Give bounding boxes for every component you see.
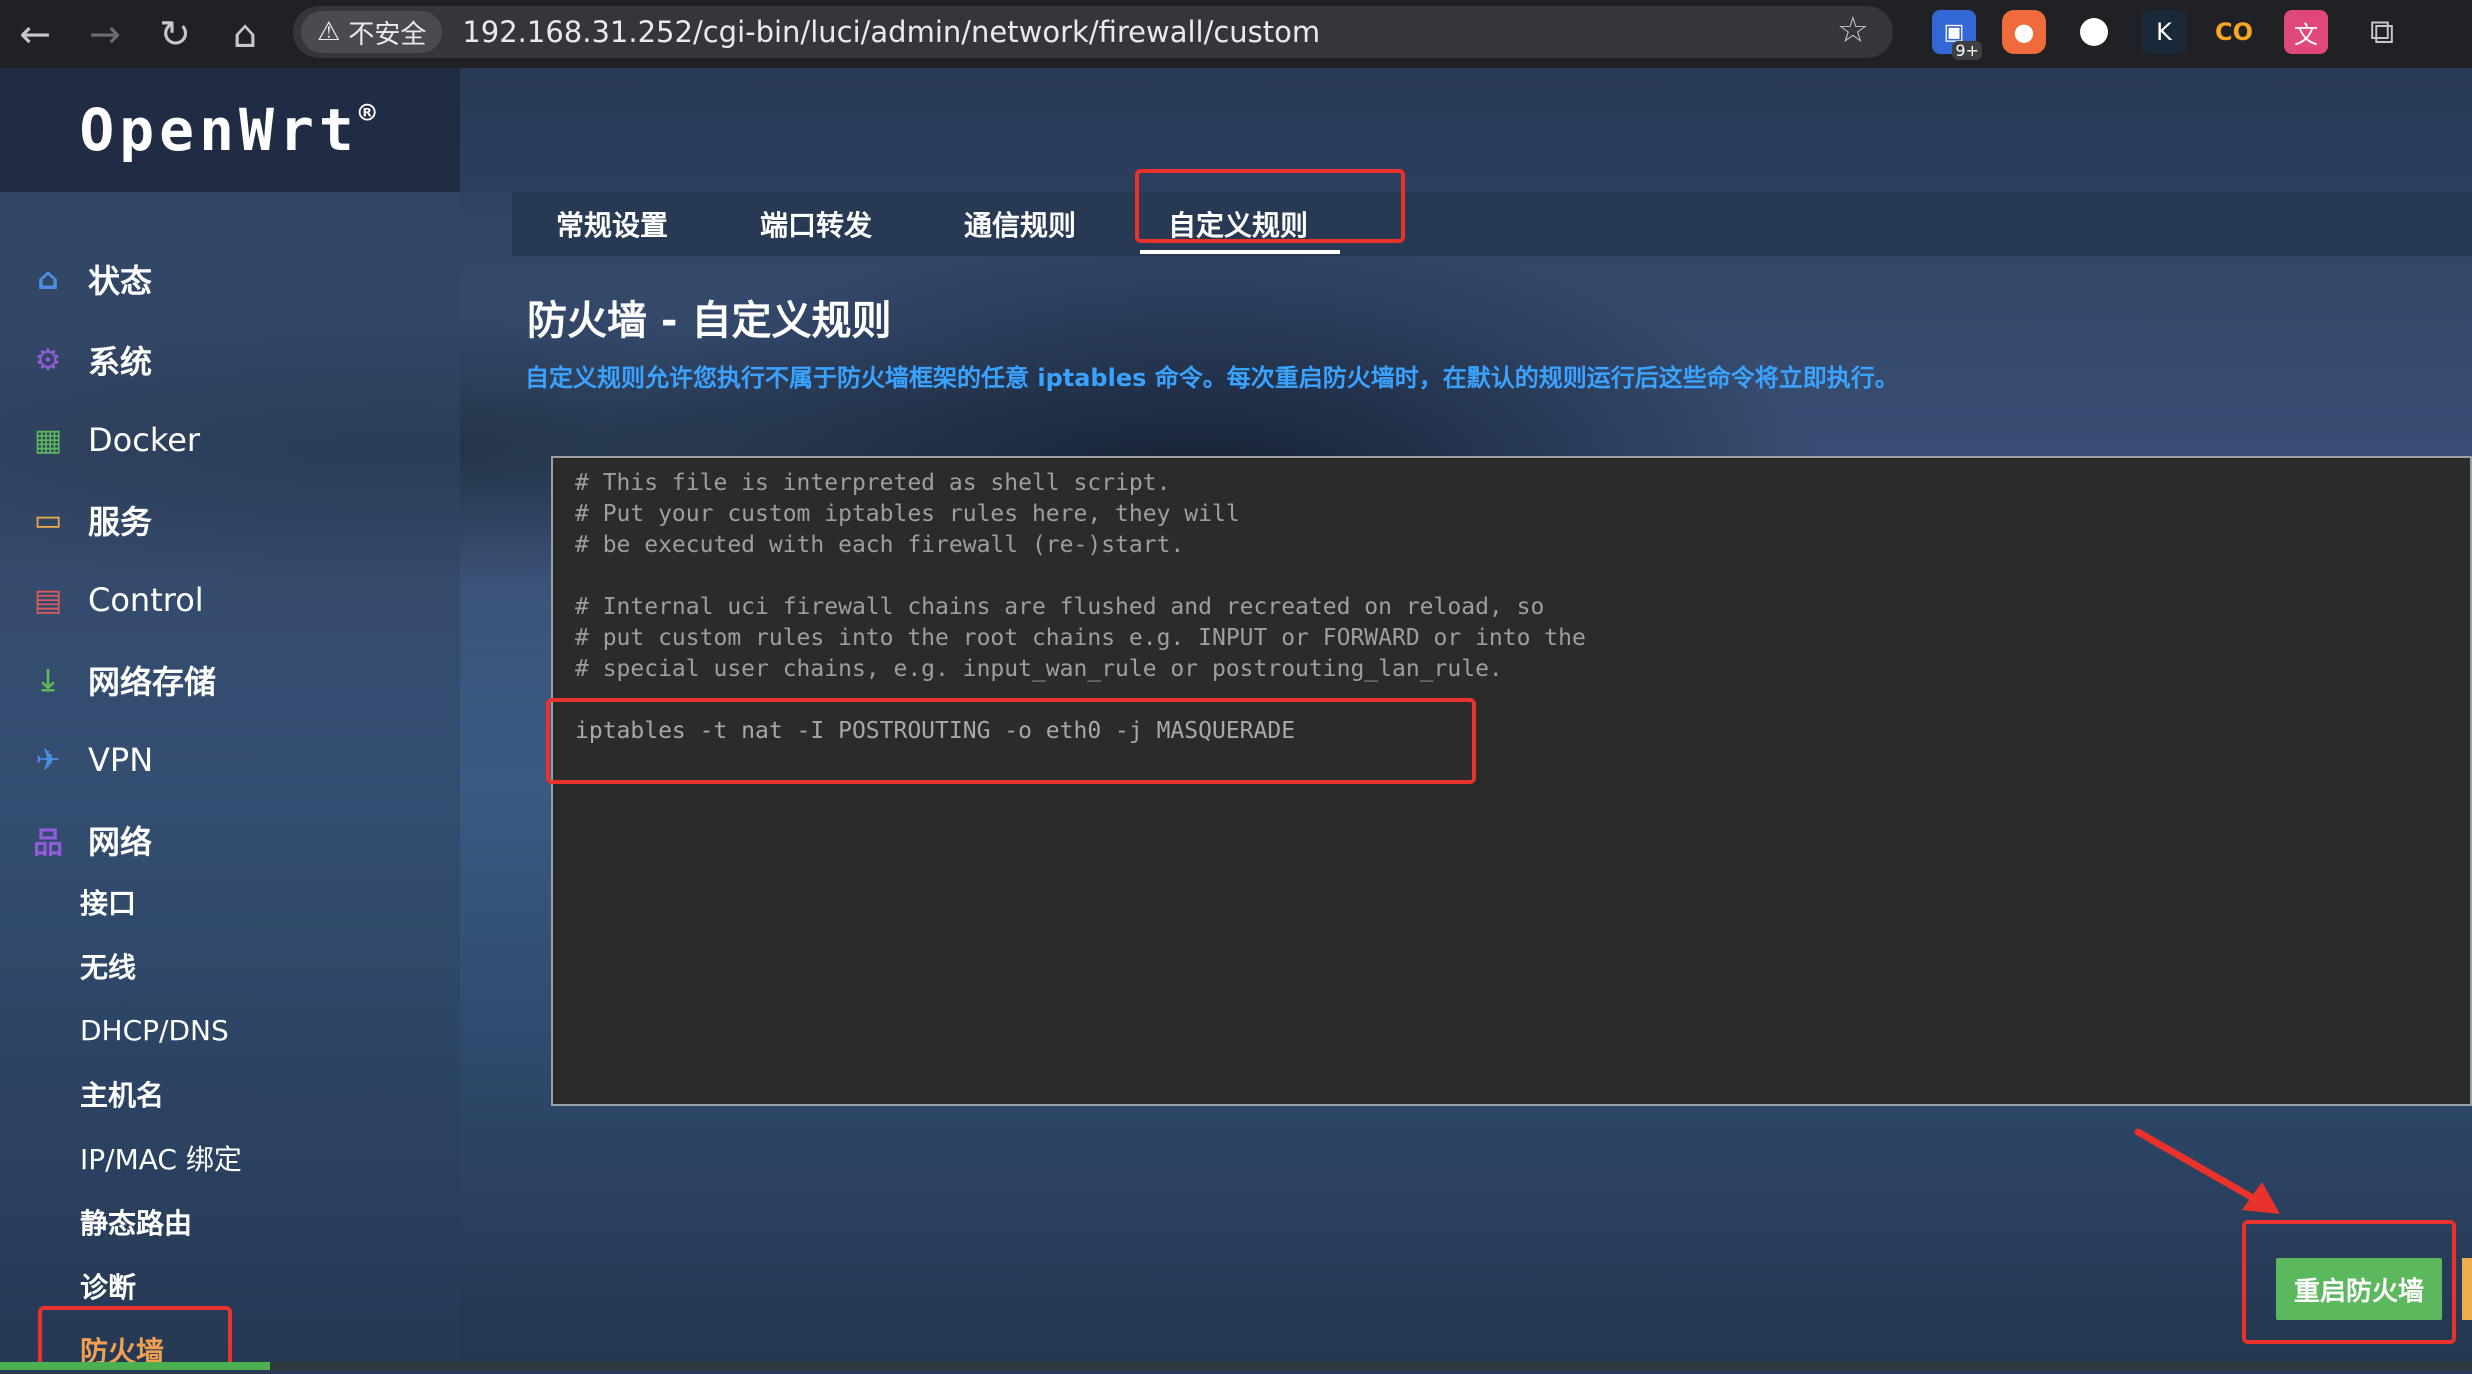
sidebar-subitem-ip-mac-binding[interactable]: IP/MAC 绑定 bbox=[80, 1134, 242, 1182]
code-line: # be executed with each firewall (re-)st… bbox=[575, 532, 1185, 558]
sidebar-item-network[interactable]: 品 网络 bbox=[30, 810, 152, 870]
calendar-icon: ▤ bbox=[33, 582, 63, 618]
puzzle-extension-icon[interactable]: ⧉ bbox=[2360, 10, 2404, 54]
sidebar-subitem-wireless[interactable]: 无线 bbox=[80, 942, 136, 990]
security-chip[interactable]: ⚠ 不安全 bbox=[301, 11, 443, 53]
tab-traffic-rules[interactable]: 通信规则 bbox=[964, 192, 1076, 256]
reload-icon[interactable]: ↻ bbox=[140, 0, 210, 68]
vpn-icon: ✈ bbox=[35, 742, 61, 778]
annotation-command-highlight bbox=[546, 698, 1476, 784]
orange-extension-icon[interactable]: ● bbox=[2002, 10, 2046, 54]
annotation-button-highlight bbox=[2242, 1220, 2456, 1344]
address-bar[interactable]: ⚠ 不安全 192.168.31.252/cgi-bin/luci/admin/… bbox=[293, 6, 1893, 58]
sidebar-subitem-static-routes[interactable]: 静态路由 bbox=[80, 1198, 192, 1246]
browser-toolbar: ← → ↻ ⌂ ⚠ 不安全 192.168.31.252/cgi-bin/luc… bbox=[0, 0, 2472, 68]
annotation-tab-highlight bbox=[1135, 169, 1405, 243]
services-icon: ▭ bbox=[33, 502, 63, 538]
download-icon: ⤓ bbox=[41, 662, 55, 698]
extension-badge: 9+ bbox=[1952, 41, 1982, 60]
annotation-firewall-highlight bbox=[38, 1306, 232, 1370]
sidebar-subitem-hostnames[interactable]: 主机名 bbox=[80, 1070, 164, 1118]
co-extension-icon[interactable]: CO bbox=[2212, 10, 2256, 54]
save-extension-icon[interactable]: ▣ 9+ bbox=[1932, 10, 1982, 60]
tab-general-settings[interactable]: 常规设置 bbox=[556, 192, 668, 256]
sidebar-item-label: 系统 bbox=[88, 343, 153, 381]
annotation-arrow bbox=[2134, 1128, 2280, 1214]
sidebar: ⌂ 状态 ⚙ 系统 ▦ Docker ▭ 服务 ▤ Control ⤓ 网络存储… bbox=[0, 192, 460, 1370]
forward-icon[interactable]: → bbox=[70, 0, 140, 68]
sidebar-item-label: 服务 bbox=[88, 503, 153, 541]
sidebar-item-label: Control bbox=[88, 581, 204, 619]
home-icon: ⌂ bbox=[37, 261, 59, 297]
brand-area[interactable]: OpenWrt® bbox=[0, 68, 460, 192]
sidebar-item-nas[interactable]: ⤓ 网络存储 bbox=[30, 650, 216, 710]
network-icon: 品 bbox=[33, 826, 63, 861]
sidebar-subitem-diagnostics[interactable]: 诊断 bbox=[80, 1262, 136, 1310]
back-icon[interactable]: ← bbox=[0, 0, 70, 68]
code-line: # Internal uci firewall chains are flush… bbox=[575, 594, 1545, 620]
grid-icon: ▦ bbox=[33, 422, 63, 458]
code-line: # Put your custom iptables rules here, t… bbox=[575, 501, 1240, 527]
home-page-icon[interactable]: ⌂ bbox=[210, 0, 280, 68]
sidebar-item-docker[interactable]: ▦ Docker bbox=[30, 410, 200, 470]
sidebar-item-control[interactable]: ▤ Control bbox=[30, 570, 204, 630]
code-line: # put custom rules into the root chains … bbox=[575, 625, 1586, 651]
tab-port-forwards[interactable]: 端口转发 bbox=[760, 192, 872, 256]
sidebar-subitem-interfaces[interactable]: 接口 bbox=[80, 878, 136, 926]
translate-extension-icon[interactable]: 文 bbox=[2284, 10, 2328, 54]
code-line: # This file is interpreted as shell scri… bbox=[575, 470, 1171, 496]
save-apply-button-edge[interactable] bbox=[2462, 1258, 2472, 1320]
sidebar-item-label: VPN bbox=[88, 741, 154, 779]
active-tab-indicator bbox=[1140, 250, 1340, 254]
sidebar-item-label: 网络存储 bbox=[88, 663, 217, 701]
gear-icon: ⚙ bbox=[34, 342, 62, 378]
bottom-strip bbox=[0, 1362, 2472, 1370]
bookmark-star-icon[interactable]: ☆ bbox=[1837, 10, 1869, 51]
sidebar-item-label: 网络 bbox=[88, 823, 153, 861]
sidebar-item-services[interactable]: ▭ 服务 bbox=[30, 490, 152, 550]
code-line: # special user chains, e.g. input_wan_ru… bbox=[575, 656, 1503, 682]
sidebar-subitem-dhcp-dns[interactable]: DHCP/DNS bbox=[80, 1006, 229, 1054]
url-text[interactable]: 192.168.31.252/cgi-bin/luci/admin/networ… bbox=[462, 15, 1320, 49]
security-label: 不安全 bbox=[348, 19, 427, 50]
brand-logo[interactable]: OpenWrt® bbox=[79, 96, 380, 164]
page-description: 自定义规则允许您执行不属于防火墙框架的任意 iptables 命令。每次重启防火… bbox=[525, 364, 1899, 392]
sidebar-item-vpn[interactable]: ✈ VPN bbox=[30, 730, 153, 790]
page-title: 防火墙 - 自定义规则 bbox=[527, 298, 892, 344]
sidebar-item-system[interactable]: ⚙ 系统 bbox=[30, 330, 152, 390]
circle-extension-icon[interactable] bbox=[2072, 10, 2116, 54]
tab-bar: 常规设置 端口转发 通信规则 自定义规则 bbox=[512, 192, 2472, 256]
sidebar-item-label: 状态 bbox=[88, 262, 153, 300]
warning-icon: ⚠ bbox=[317, 17, 341, 47]
sidebar-item-label: Docker bbox=[88, 421, 201, 459]
k-extension-icon[interactable]: K bbox=[2142, 10, 2186, 54]
sidebar-item-status[interactable]: ⌂ 状态 bbox=[30, 249, 152, 309]
